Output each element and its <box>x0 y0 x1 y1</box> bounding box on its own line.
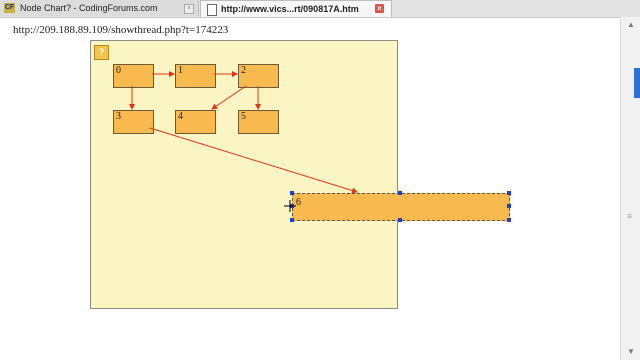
resize-handle-mid-left[interactable] <box>290 204 294 208</box>
tab-close-icon[interactable]: × <box>184 4 194 14</box>
node-label: 2 <box>241 65 246 76</box>
tab-active-page[interactable]: http://www.vics...rt/090817A.htm × <box>200 0 392 17</box>
node-1[interactable]: 1 <box>175 64 216 88</box>
scroll-up-icon[interactable]: ▲ <box>627 20 635 29</box>
node-label: 1 <box>178 65 183 76</box>
node-0[interactable]: 0 <box>113 64 154 88</box>
tab-title: Node Chart? - CodingForums.com <box>20 3 158 13</box>
resize-handle-top-right[interactable] <box>507 191 511 195</box>
resize-handle-top-left[interactable] <box>290 191 294 195</box>
resize-handle-mid-right[interactable] <box>507 204 511 208</box>
resize-handle-bottom-mid[interactable] <box>398 218 402 222</box>
coding-forums-icon: CF <box>4 3 15 13</box>
node-6[interactable]: 6 <box>292 193 510 221</box>
resize-handle-top-mid[interactable] <box>398 191 402 195</box>
node-label: 3 <box>116 111 121 122</box>
resize-handle-bottom-left[interactable] <box>290 218 294 222</box>
tab-node-chart[interactable]: CF Node Chart? - CodingForums.com × <box>0 0 199 16</box>
node-label: 0 <box>116 65 121 76</box>
tab-close-icon[interactable]: × <box>375 4 384 13</box>
node-label: 6 <box>296 197 301 208</box>
tab-title: http://www.vics...rt/090817A.htm <box>221 4 359 14</box>
node-3[interactable]: 3 <box>113 110 154 134</box>
node-5[interactable]: 5 <box>238 110 279 134</box>
node-label: 5 <box>241 111 246 122</box>
help-icon[interactable]: ? <box>94 45 109 60</box>
node-2[interactable]: 2 <box>238 64 279 88</box>
node-label: 4 <box>178 111 183 122</box>
scroll-down-icon[interactable]: ▼ <box>627 347 635 356</box>
page-url-text: http://209.188.89.109/showthread.php?t=1… <box>13 24 229 36</box>
scroll-grip-icon[interactable]: ≡ <box>627 211 632 221</box>
node-4[interactable]: 4 <box>175 110 216 134</box>
tab-strip: CF Node Chart? - CodingForums.com × http… <box>0 0 640 18</box>
resize-handle-bottom-right[interactable] <box>507 218 511 222</box>
window-edge <box>634 68 640 98</box>
page-icon <box>207 4 217 16</box>
